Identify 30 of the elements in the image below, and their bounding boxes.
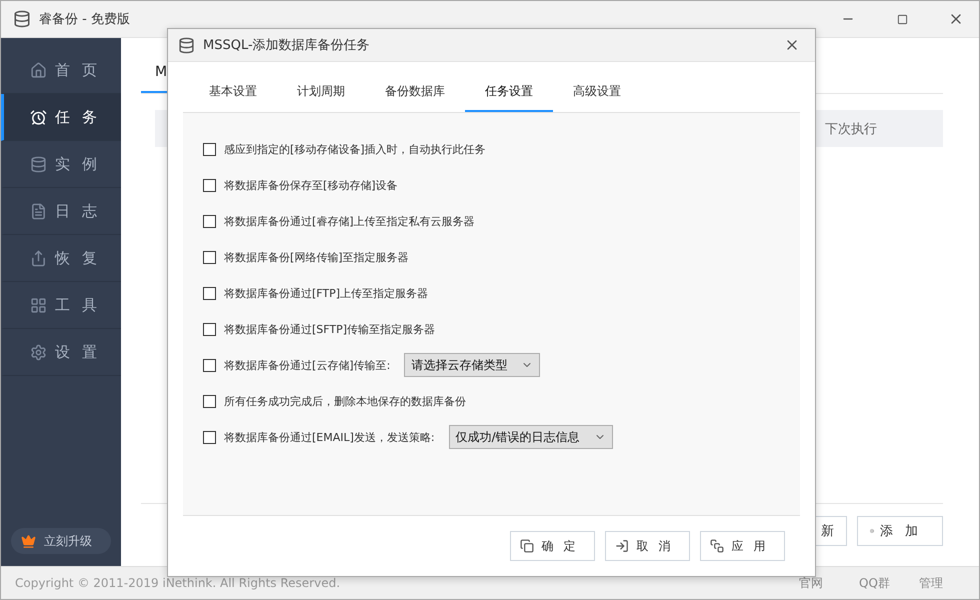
dialog-button[interactable]: 应用 — [700, 531, 785, 561]
tab[interactable]: 基本设置 — [189, 72, 277, 112]
sidebar-item[interactable]: 日志 — [1, 188, 121, 235]
tab[interactable]: 备份数据库 — [365, 72, 465, 112]
sidebar-item[interactable]: 实例 — [1, 141, 121, 188]
upgrade-button[interactable]: 立刻升级 — [11, 528, 111, 554]
option-label: 将数据库备份通过[EMAIL]发送，发送策略: — [224, 430, 435, 444]
sidebar-item[interactable]: 设置 — [1, 329, 121, 376]
dialog-button[interactable]: 取消 — [605, 531, 690, 561]
tab[interactable]: 高级设置 — [553, 72, 641, 112]
option-label: 将数据库备份通过[云存储]传输至: — [224, 358, 390, 372]
option-label: 将数据库备份通过[SFTP]传输至指定服务器 — [224, 322, 436, 336]
option-label: 将数据库备份保存至[移动存储]设备 — [224, 178, 398, 192]
option-label: 将数据库备份通过[FTP]上传至指定服务器 — [224, 286, 428, 300]
sidebar-item[interactable]: 任务 — [1, 94, 121, 141]
dialog-button[interactable]: 确定 — [510, 531, 595, 561]
dropdown[interactable]: 请选择云存储类型 — [404, 353, 540, 377]
tab[interactable]: 计划周期 — [277, 72, 365, 112]
option-label: 感应到指定的[移动存储设备]插入时，自动执行此任务 — [224, 142, 486, 156]
dropdown[interactable]: 仅成功/错误的日志信息 — [448, 425, 613, 449]
copyright-text: Copyright © 2011-2019 iNethink. All Rights Reserved. — [15, 576, 342, 590]
option-label: 将数据库备份通过[睿存储]上传至指定私有云服务器 — [224, 214, 475, 228]
column-header: 下次执行 — [825, 120, 877, 138]
sidebar-item[interactable]: 恢复 — [1, 235, 121, 282]
window-title: 睿备份 - 免费版 — [39, 11, 131, 28]
dialog-title: MSSQL-添加数据库备份任务 — [203, 37, 371, 54]
option-label: 将数据库备份[网络传输]至指定服务器 — [224, 250, 409, 264]
add-button[interactable]: 添加 — [857, 516, 943, 546]
sidebar-item[interactable]: 工具 — [1, 282, 121, 329]
option-label: 所有任务成功完成后，删除本地保存的数据库备份 — [224, 394, 466, 408]
